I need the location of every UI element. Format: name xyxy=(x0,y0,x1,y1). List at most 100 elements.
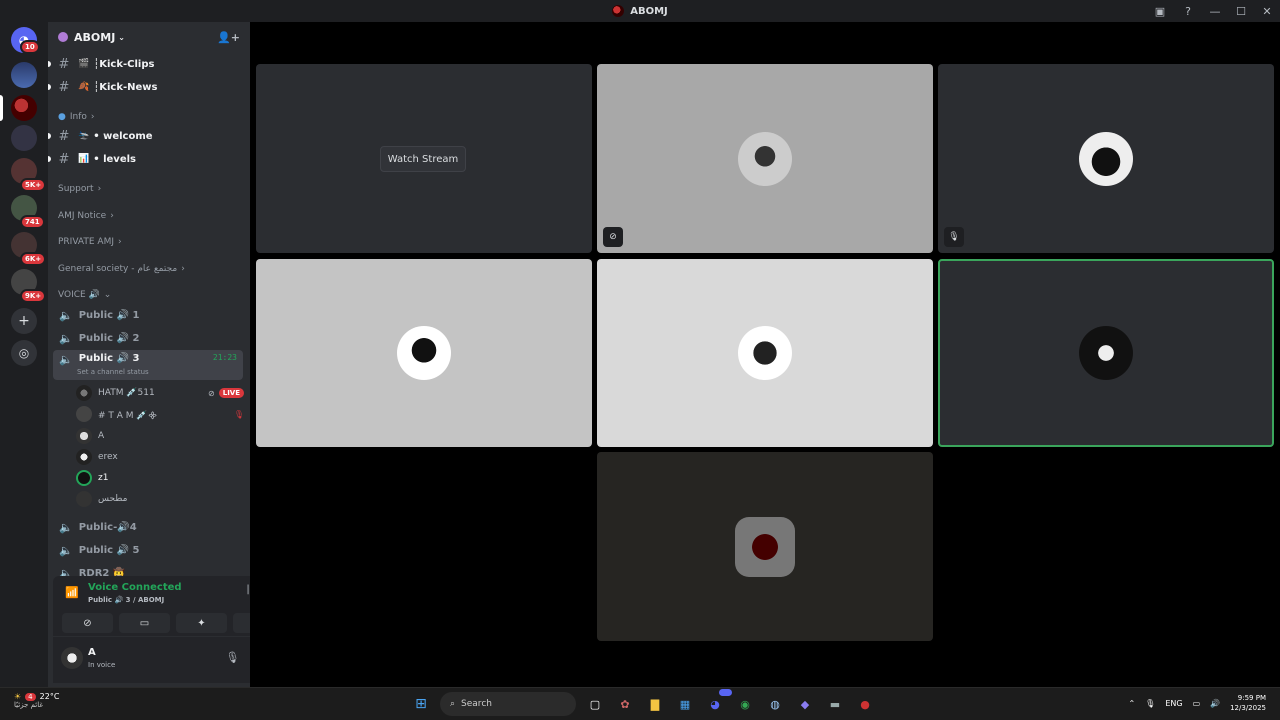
user-name: z1 xyxy=(98,473,109,483)
channel-emoji: 🛬 xyxy=(78,131,90,141)
terminal-icon[interactable]: ▬ xyxy=(824,693,846,715)
voice-channel-name: Public 🔊 5 xyxy=(78,544,140,556)
voice-channel-public-1[interactable]: 🔈 Public 🔊 1 xyxy=(53,304,243,326)
guild-west[interactable] xyxy=(11,62,37,88)
chrome-icon[interactable]: ◉ xyxy=(734,693,756,715)
channel-name: • welcome xyxy=(93,130,153,142)
guild-badge-4: 9K+ xyxy=(20,289,47,303)
voice-stage: Watch Stream ⊘ 🎙 xyxy=(250,22,1280,687)
maximize-button[interactable]: ☐ xyxy=(1228,0,1254,22)
unread-indicator xyxy=(48,61,51,67)
voice-channel-public-2[interactable]: 🔈 Public 🔊 2 xyxy=(53,327,243,349)
screen-share-button[interactable]: ▭ xyxy=(119,613,170,633)
server-boost-icon xyxy=(58,32,68,42)
tray-mic-icon[interactable]: 🎙 xyxy=(1145,699,1155,708)
game-launcher-icon[interactable]: ● xyxy=(854,693,876,715)
category-voice[interactable]: VOICE 🔊 ⌄ xyxy=(58,290,111,300)
chevron-down-icon: ⌄ xyxy=(103,290,112,300)
copilot-icon[interactable]: ✿ xyxy=(614,693,636,715)
app-icon[interactable]: ◆ xyxy=(794,693,816,715)
speaker-icon: 🔈 xyxy=(59,308,73,322)
guild-3[interactable] xyxy=(11,125,37,151)
user-display-name[interactable]: A xyxy=(88,647,96,658)
discover-icon[interactable]: ◎ xyxy=(11,340,37,366)
guild-abomj[interactable] xyxy=(11,95,37,121)
voice-status[interactable]: Voice Connected xyxy=(88,582,182,593)
participant-avatar xyxy=(1079,131,1133,186)
minimize-button[interactable]: — xyxy=(1202,0,1228,22)
voice-user-hatm[interactable]: HATM 💉511 ⊘ LIVE xyxy=(76,383,244,403)
category-info[interactable]: ● Info › xyxy=(58,112,95,122)
inbox-icon[interactable]: ▣ xyxy=(1146,0,1174,22)
voice-channel-public-4[interactable]: 🔈 Public-🔊4 xyxy=(53,516,243,538)
file-explorer-icon[interactable]: ▇ xyxy=(644,693,666,715)
user-name: HATM 💉511 xyxy=(98,388,155,398)
microphone-icon[interactable]: 🎙 xyxy=(225,651,239,664)
category-label: General society - مجتمع عام xyxy=(58,264,178,274)
task-view-icon[interactable]: ▢ xyxy=(584,693,606,715)
discord-taskbar-icon[interactable]: ◕ 9+ xyxy=(704,689,732,715)
voice-user-z1[interactable]: z1 xyxy=(76,468,244,488)
voice-channel-public-5[interactable]: 🔈 Public 🔊 5 xyxy=(53,539,243,561)
soundboard-button[interactable]: ✺ xyxy=(233,613,250,633)
participant-tile-speaking[interactable] xyxy=(938,259,1274,447)
user-avatar[interactable] xyxy=(61,647,83,669)
watch-stream-button[interactable]: Watch Stream xyxy=(380,146,466,172)
steam-icon[interactable]: ◍ xyxy=(764,693,786,715)
camera-off-button[interactable]: ⊘ xyxy=(62,613,113,633)
channel-welcome[interactable]: # 🛬 • welcome xyxy=(48,126,244,146)
voice-timer: 21:23 xyxy=(212,353,237,362)
volume-icon[interactable]: 🔊 xyxy=(1210,699,1220,708)
participant-tile-1[interactable]: ⊘ xyxy=(597,64,933,253)
category-label: AMJ Notice xyxy=(58,211,107,221)
taskbar-search[interactable]: ⌕ Search xyxy=(440,692,576,716)
voice-user-tam[interactable]: # T A M 💉᯽ 🎙 xyxy=(76,404,244,424)
signal-icon[interactable]: 📶 xyxy=(65,586,79,599)
category-general-society[interactable]: General society - مجتمع عام › xyxy=(58,264,185,274)
channel-sidebar: ABOMJ ⌄ 👤+ # 🎬 ┆Kick-Clips # 🍂 ┆Kick-New… xyxy=(48,22,250,687)
voice-channel-public-3[interactable]: 🔈 Public 🔊 3 21:23 Set a channel status xyxy=(53,350,243,380)
live-badge: LIVE xyxy=(218,388,244,398)
user-panel: A In voice 🎙 🎧 ⚙ xyxy=(53,637,250,683)
voice-user-a[interactable]: A xyxy=(76,426,244,446)
category-amj-notice[interactable]: AMJ Notice › xyxy=(58,211,114,221)
voice-channel-name: Public 🔊 2 xyxy=(78,332,140,344)
add-user-icon[interactable]: 👤+ xyxy=(217,31,240,44)
muted-camera-icon: ⊘ xyxy=(208,388,215,398)
participant-tile-3[interactable] xyxy=(256,259,592,447)
server-logo-icon xyxy=(612,5,625,17)
network-icon[interactable]: ▭ xyxy=(1193,699,1201,708)
avatar xyxy=(76,470,92,486)
channel-levels[interactable]: # 📊 • levels xyxy=(48,149,244,169)
language-indicator[interactable]: ENG xyxy=(1165,699,1182,708)
category-label: Info xyxy=(69,112,87,122)
category-label: VOICE 🔊 xyxy=(58,290,100,300)
weather-widget[interactable]: ☀ 4 22°C غائم جزئيًا xyxy=(14,692,59,709)
store-icon[interactable]: ▦ xyxy=(674,693,696,715)
speaker-icon: 🔈 xyxy=(59,520,73,534)
tray-chevron-up-icon[interactable]: ⌃ xyxy=(1128,699,1135,708)
help-icon[interactable]: ? xyxy=(1174,0,1202,22)
chevron-down-icon: ⌄ xyxy=(118,32,125,42)
participant-tile-5[interactable] xyxy=(597,452,933,641)
channel-kick-clips[interactable]: # 🎬 ┆Kick-Clips xyxy=(48,54,244,74)
add-server-icon[interactable]: + xyxy=(11,308,37,334)
category-private-amj[interactable]: PRIVATE AMJ › xyxy=(58,237,122,247)
stream-tile-hatm[interactable]: Watch Stream xyxy=(256,64,592,253)
category-support[interactable]: Support › xyxy=(58,184,101,194)
screen-share-icon: ▭ xyxy=(139,617,150,629)
participant-tile-4[interactable] xyxy=(597,259,933,447)
activities-button[interactable]: ✦ xyxy=(176,613,227,633)
windows-start-icon[interactable]: ⊞ xyxy=(410,693,432,715)
channel-status-hint[interactable]: Set a channel status xyxy=(77,368,149,376)
server-header[interactable]: ABOMJ ⌄ 👤+ xyxy=(48,22,250,52)
activities-icon: ✦ xyxy=(197,617,206,629)
voice-user-mathas[interactable]: مطحس xyxy=(76,489,244,509)
voice-user-erex[interactable]: erex xyxy=(76,447,244,467)
speaker-icon: 🔈 xyxy=(59,353,73,366)
voice-location[interactable]: Public 🔊 3 / ABOMJ xyxy=(88,596,164,604)
channel-kick-news[interactable]: # 🍂 ┆Kick-News xyxy=(48,77,244,97)
participant-tile-2[interactable]: 🎙 xyxy=(938,64,1274,253)
close-button[interactable]: ✕ xyxy=(1254,0,1280,22)
clock[interactable]: 9:59 PM 12/3/2025 xyxy=(1230,693,1266,713)
